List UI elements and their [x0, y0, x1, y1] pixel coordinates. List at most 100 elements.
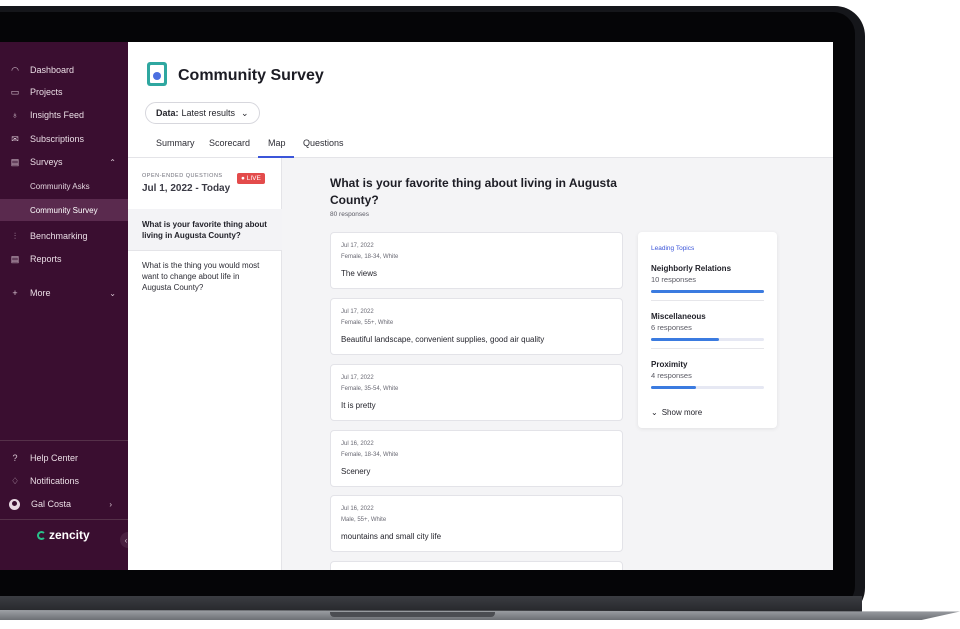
topic-count: 4 responses	[651, 371, 692, 380]
chevron-right-icon: ›	[109, 499, 112, 509]
sidebar-item-label: Notifications	[30, 476, 80, 486]
topic-item[interactable]: Neighborly Relations 10 responses	[651, 264, 764, 293]
tab-map[interactable]: Map	[268, 138, 286, 148]
topic-item[interactable]: Proximity 4 responses	[651, 360, 764, 389]
response-meta: Female, 55+, White	[341, 320, 394, 326]
sidebar-item-label: Insights Feed	[30, 110, 85, 120]
tab-questions[interactable]: Questions	[303, 138, 344, 148]
sidebar-item-dashboard[interactable]: ◠ Dashboard	[0, 59, 128, 81]
response-date: Jul 16, 2022	[341, 506, 374, 512]
sidebar-item-projects[interactable]: ▭ Projects	[0, 81, 128, 103]
date-range: Jul 1, 2022 - Today	[142, 183, 231, 194]
topic-name: Proximity	[651, 360, 688, 369]
response-card: Jul 16, 2022 Female, 18-34, White Scener…	[330, 430, 623, 487]
chevron-down-icon: ⌄	[241, 107, 249, 118]
dashboard-icon: ◠	[11, 64, 19, 75]
tab-scorecard[interactable]: Scorecard	[209, 138, 250, 148]
response-meta: Female, 18-34, White	[341, 254, 399, 260]
question-item[interactable]: What is the thing you would most want to…	[128, 260, 282, 293]
questions-eyebrow: OPEN-ENDED QUESTIONS	[142, 173, 223, 179]
tab-bar: Summary Scorecard Map Questions	[128, 132, 833, 158]
sidebar-item-subscriptions[interactable]: ✉ Subscriptions	[0, 128, 128, 150]
sidebar-item-label: Benchmarking	[30, 231, 88, 241]
sidebar-item-help-center[interactable]: ? Help Center	[0, 447, 128, 469]
sidebar: ◠ Dashboard ▭ Projects ♁ Insights Feed ✉…	[0, 42, 132, 570]
response-date: Jul 16, 2022	[341, 441, 374, 447]
benchmark-icon: ⫶	[13, 230, 17, 241]
topic-bar	[651, 290, 764, 293]
chevron-down-icon: ⌄	[109, 288, 116, 298]
sidebar-item-label: Surveys	[30, 157, 63, 167]
chevron-left-icon: ‹	[124, 535, 128, 545]
topic-bar	[651, 386, 764, 389]
leading-topics-card: Leading Topics Neighborly Relations 10 r…	[638, 232, 777, 428]
response-meta: Male, 55+, White	[341, 517, 387, 523]
responses-count: 80 responses	[330, 211, 370, 218]
sidebar-divider	[0, 519, 128, 520]
topic-bar-fill	[651, 386, 697, 389]
survey-document-icon	[147, 62, 167, 86]
bell-icon: ♢	[10, 475, 20, 486]
topic-count: 6 responses	[651, 323, 692, 332]
help-icon: ?	[12, 453, 18, 463]
zencity-logo: zencity	[37, 528, 90, 542]
leading-topics-header: Leading Topics	[651, 245, 695, 252]
tab-summary[interactable]: Summary	[156, 138, 195, 148]
sidebar-item-notifications[interactable]: ♢ Notifications	[0, 470, 128, 492]
chevron-up-icon: ⌃	[109, 157, 116, 167]
divider	[651, 300, 764, 301]
page-title: Community Survey	[178, 67, 324, 84]
sidebar-item-benchmarking[interactable]: ⫶ Benchmarking	[0, 225, 128, 247]
response-meta: Female, 18-34, White	[341, 452, 399, 458]
zencity-logo-icon	[37, 530, 46, 540]
response-text: The views	[341, 269, 378, 278]
laptop-base	[0, 596, 960, 629]
response-date: Jul 17, 2022	[341, 309, 374, 315]
divider	[651, 348, 764, 349]
chevron-down-icon: ⌄	[651, 408, 658, 417]
response-card: Jul 17, 2022 Female, 18-34, White The vi…	[330, 232, 623, 289]
sidebar-item-label: Projects	[30, 87, 63, 97]
show-more-button[interactable]: ⌄ Show more	[651, 408, 702, 417]
sidebar-divider	[0, 440, 128, 441]
sidebar-item-label: Dashboard	[30, 65, 75, 75]
live-badge: ● LIVE	[237, 173, 265, 184]
data-selector[interactable]: Data: Latest results ⌄	[145, 102, 260, 124]
sidebar-item-label: Subscriptions	[30, 134, 85, 144]
response-text: It is pretty	[341, 401, 376, 410]
sidebar-user-menu[interactable]: Gal Costa ›	[0, 493, 128, 515]
question-title: What is your favorite thing about living…	[330, 176, 617, 207]
survey-icon: ▤	[10, 156, 20, 167]
laptop-mockup: ◠ Dashboard ▭ Projects ♁ Insights Feed ✉…	[0, 0, 960, 629]
response-date: Jul 17, 2022	[341, 375, 374, 381]
sidebar-item-reports[interactable]: ▤ Reports	[0, 248, 128, 270]
question-item[interactable]: What is your favorite thing about living…	[128, 209, 282, 250]
sidebar-subitem-community-asks[interactable]: Community Asks	[0, 175, 128, 197]
sidebar-item-surveys[interactable]: ▤ Surveys ⌃	[0, 151, 128, 173]
topic-item[interactable]: Miscellaneous 6 responses	[651, 312, 764, 341]
response-text: Scenery	[341, 467, 371, 476]
responses-area: What is your favorite thing about living…	[282, 158, 833, 570]
topic-bar-fill	[651, 290, 764, 293]
sidebar-item-more[interactable]: + More ⌄	[0, 282, 128, 304]
response-text: mountains and small city life	[341, 532, 442, 541]
sidebar-item-label: Help Center	[30, 453, 79, 463]
folder-icon: ▭	[10, 86, 20, 97]
show-more-label: Show more	[661, 408, 703, 417]
topic-bar-fill	[651, 338, 719, 341]
response-card: Jul 17, 2022 Female, 35-54, White It is …	[330, 364, 623, 421]
data-selector-value: Latest results	[181, 108, 236, 118]
sidebar-item-label: More	[30, 288, 51, 298]
user-name: Gal Costa	[31, 499, 72, 509]
data-selector-label: Data:	[156, 108, 179, 118]
sidebar-subitem-community-survey[interactable]: Community Survey	[0, 199, 128, 221]
response-text: Beautiful landscape, convenient supplies…	[341, 335, 545, 344]
divider	[128, 250, 282, 251]
sidebar-item-label: Reports	[30, 254, 62, 264]
topic-name: Miscellaneous	[651, 312, 706, 321]
avatar	[9, 498, 20, 510]
sidebar-item-insights-feed[interactable]: ♁ Insights Feed	[0, 104, 128, 126]
response-card: Jul 17, 2022 Female, 55+, White Beautifu…	[330, 298, 623, 355]
logo-text: zencity	[49, 528, 90, 542]
topic-name: Neighborly Relations	[651, 264, 732, 273]
